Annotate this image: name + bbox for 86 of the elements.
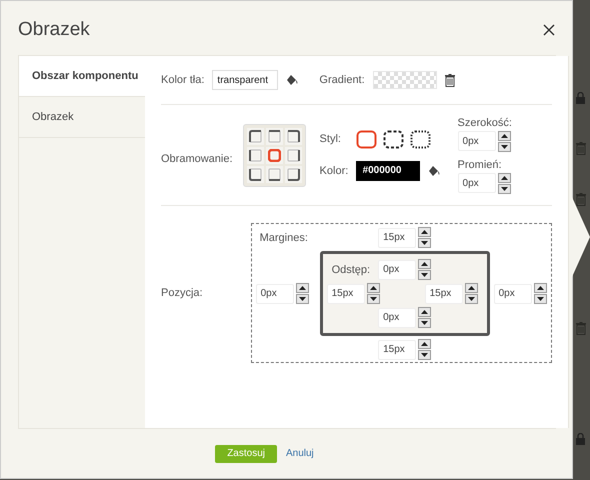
field-label: Odstęp: [330, 264, 372, 276]
field-label: Styl: [320, 133, 342, 145]
border-style-button[interactable] [410, 130, 431, 148]
down-arrow-icon [421, 321, 428, 325]
up-arrow-icon [500, 134, 508, 138]
decrement-button[interactable] [418, 318, 432, 328]
number-field[interactable]: 0px [378, 308, 416, 328]
close-icon[interactable] [542, 23, 556, 37]
border-side-button[interactable] [246, 166, 264, 182]
up-arrow-icon [421, 262, 428, 266]
number-field[interactable]: 15px [378, 340, 416, 360]
trash-icon[interactable] [444, 74, 455, 86]
up-arrow-icon [421, 342, 428, 346]
number-field[interactable]: 0px [256, 284, 294, 304]
up-arrow-icon [468, 286, 475, 290]
up-arrow-icon [500, 176, 508, 180]
up-arrow-icon [370, 286, 377, 290]
border-side-button[interactable] [246, 146, 264, 164]
number-field[interactable]: 0px [458, 131, 496, 151]
lock-icon [576, 92, 585, 104]
trash-icon [576, 322, 586, 335]
increment-button[interactable] [418, 227, 432, 237]
decrement-button[interactable] [418, 238, 432, 248]
gradient-swatch[interactable] [372, 71, 437, 89]
border-side-button[interactable] [284, 128, 302, 144]
field-label: Gradient: [319, 74, 365, 86]
field-label: Szerokość: [458, 116, 512, 128]
field-label: Margines: [258, 232, 309, 244]
decrement-button[interactable] [534, 294, 547, 304]
border-side-button[interactable] [266, 128, 283, 144]
up-arrow-icon [421, 230, 428, 234]
decrement-button[interactable] [464, 294, 478, 304]
down-arrow-icon [421, 353, 428, 357]
color-field[interactable]: transparent [212, 70, 278, 90]
increment-button[interactable] [366, 283, 380, 293]
lock-icon [576, 433, 585, 445]
number-field[interactable]: 0px [494, 284, 532, 304]
paint-bucket-icon[interactable] [428, 164, 441, 176]
up-arrow-icon [536, 286, 544, 290]
decrement-button[interactable] [366, 294, 380, 304]
sidebar-tab[interactable]: Obszar komponentu [19, 56, 146, 97]
dialog-title: Obrazek [18, 19, 90, 41]
border-side-button[interactable] [284, 166, 302, 182]
number-field[interactable]: 15px [378, 228, 416, 248]
increment-button[interactable] [534, 283, 547, 293]
cancel-link[interactable]: Anuluj [286, 448, 314, 459]
increment-button[interactable] [296, 283, 309, 293]
color-field[interactable]: #000000 [356, 160, 420, 180]
number-field[interactable]: 15px [326, 284, 365, 304]
border-side-button[interactable] [266, 166, 283, 182]
down-arrow-icon [298, 297, 306, 301]
trash-icon [576, 193, 586, 206]
decrement-button[interactable] [296, 294, 309, 304]
border-side-button[interactable] [266, 146, 283, 164]
number-field[interactable]: 15px [424, 284, 463, 304]
field-label: Promień: [458, 158, 503, 170]
decrement-button[interactable] [498, 184, 511, 194]
increment-button[interactable] [464, 283, 478, 293]
trash-icon [576, 142, 586, 155]
increment-button[interactable] [418, 339, 432, 349]
field-label: Obramowanie: [161, 153, 233, 165]
decrement-button[interactable] [498, 142, 511, 152]
down-arrow-icon [370, 297, 377, 301]
increment-button[interactable] [498, 172, 511, 182]
border-style-button[interactable] [382, 130, 404, 148]
down-arrow-icon [421, 241, 428, 245]
field-label: Kolor: [320, 164, 348, 176]
border-side-button[interactable] [246, 128, 264, 144]
number-field[interactable]: 0px [378, 260, 416, 280]
down-arrow-icon [536, 297, 544, 301]
increment-button[interactable] [418, 259, 432, 269]
up-arrow-icon [421, 310, 428, 314]
up-arrow-icon [298, 286, 306, 290]
field-label: Pozycja: [161, 287, 203, 299]
down-arrow-icon [500, 144, 508, 148]
number-field[interactable]: 0px [458, 173, 496, 193]
field-label: Kolor tła: [161, 74, 204, 86]
paint-bucket-icon[interactable] [286, 74, 300, 86]
border-side-button[interactable] [284, 146, 302, 164]
decrement-button[interactable] [418, 350, 432, 360]
down-arrow-icon [468, 297, 475, 301]
increment-button[interactable] [418, 307, 432, 317]
increment-button[interactable] [498, 130, 511, 140]
down-arrow-icon [500, 186, 508, 190]
down-arrow-icon [421, 273, 428, 277]
decrement-button[interactable] [418, 270, 432, 280]
